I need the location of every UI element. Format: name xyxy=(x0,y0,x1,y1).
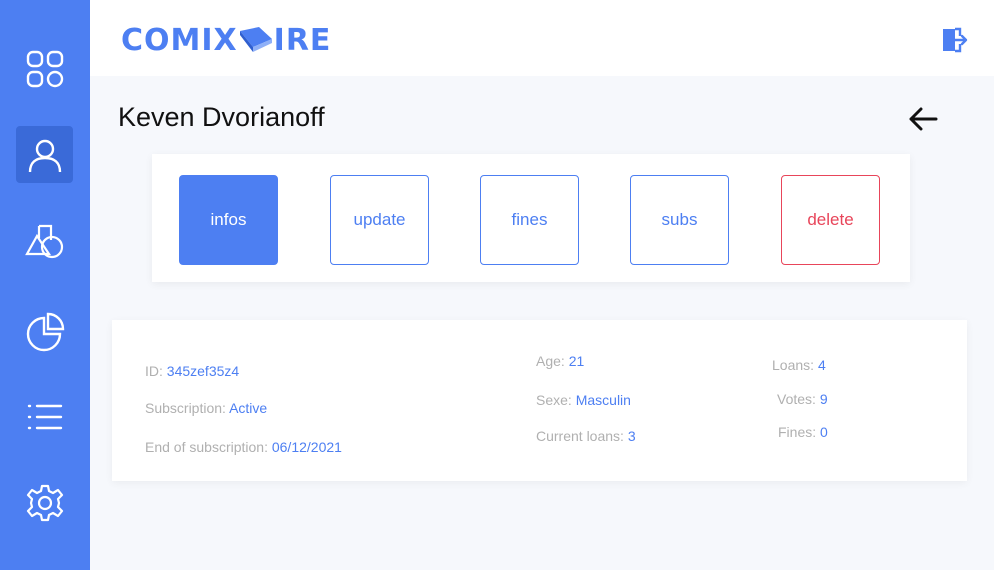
field-votes: Votes: 9 xyxy=(777,391,828,407)
field-end-of-subscription: End of subscription: 06/12/2021 xyxy=(145,439,342,455)
field-value: 4 xyxy=(817,357,826,373)
field-id: ID: 345zef35z4 xyxy=(145,363,239,379)
logout-icon[interactable] xyxy=(940,26,968,54)
field-subscription: Subscription: Active xyxy=(145,400,267,416)
field-age: Age: 21 xyxy=(536,353,584,369)
field-loans: Loans: 4 xyxy=(772,357,826,373)
field-current-loans: Current loans: 3 xyxy=(536,428,636,444)
field-fines: Fines: 0 xyxy=(778,424,828,440)
field-label: Subscription: xyxy=(145,400,226,416)
tab-fines[interactable]: fines xyxy=(480,175,579,265)
book-icon xyxy=(239,27,272,52)
field-value: 0 xyxy=(820,424,828,440)
field-label: Loans: xyxy=(772,357,815,373)
logo-text-left: COMIX xyxy=(121,22,238,58)
sidebar-item-stats[interactable] xyxy=(16,303,73,360)
field-sexe: Sexe: Masculin xyxy=(536,392,631,408)
logo-text-right: IRE xyxy=(273,22,332,58)
field-label: End of subscription: xyxy=(145,439,268,455)
sidebar-item-users[interactable] xyxy=(16,126,73,183)
user-icon xyxy=(28,139,61,172)
field-value: 21 xyxy=(568,353,585,369)
list-icon xyxy=(27,404,62,429)
back-arrow-icon[interactable] xyxy=(906,104,940,134)
user-info-card: ID: 345zef35z4 Subscription: Active End … xyxy=(112,320,967,481)
sidebar xyxy=(0,0,90,570)
field-value: Masculin xyxy=(575,392,631,408)
gear-icon xyxy=(26,484,63,521)
shapes-icon xyxy=(24,224,63,258)
grid-icon xyxy=(26,50,63,87)
brand-logo[interactable]: COMIX IRE xyxy=(121,22,331,58)
field-label: Age: xyxy=(536,353,565,369)
page-title: Keven Dvorianoff xyxy=(118,102,325,132)
field-value: Active xyxy=(229,400,268,416)
tab-subs[interactable]: subs xyxy=(630,175,729,265)
sidebar-item-dashboard[interactable] xyxy=(16,40,73,97)
field-label: Current loans: xyxy=(536,428,624,444)
pie-chart-icon xyxy=(26,312,64,351)
field-value: 3 xyxy=(627,428,636,444)
field-label: Sexe: xyxy=(536,392,572,408)
sidebar-item-catalog[interactable] xyxy=(16,213,73,270)
field-label: ID: xyxy=(145,363,163,379)
field-label: Votes: xyxy=(777,391,816,407)
field-value: 345zef35z4 xyxy=(166,363,240,379)
tab-delete[interactable]: delete xyxy=(781,175,880,265)
sidebar-item-settings[interactable] xyxy=(16,474,73,531)
sidebar-item-list[interactable] xyxy=(16,388,73,445)
action-tabs-panel: infos update fines subs delete xyxy=(152,154,910,282)
field-value: 06/12/2021 xyxy=(271,439,342,455)
field-label: Fines: xyxy=(778,424,817,440)
tab-update[interactable]: update xyxy=(330,175,429,265)
top-header: COMIX IRE xyxy=(90,0,994,76)
field-value: 9 xyxy=(819,391,828,407)
tab-infos[interactable]: infos xyxy=(179,175,278,265)
